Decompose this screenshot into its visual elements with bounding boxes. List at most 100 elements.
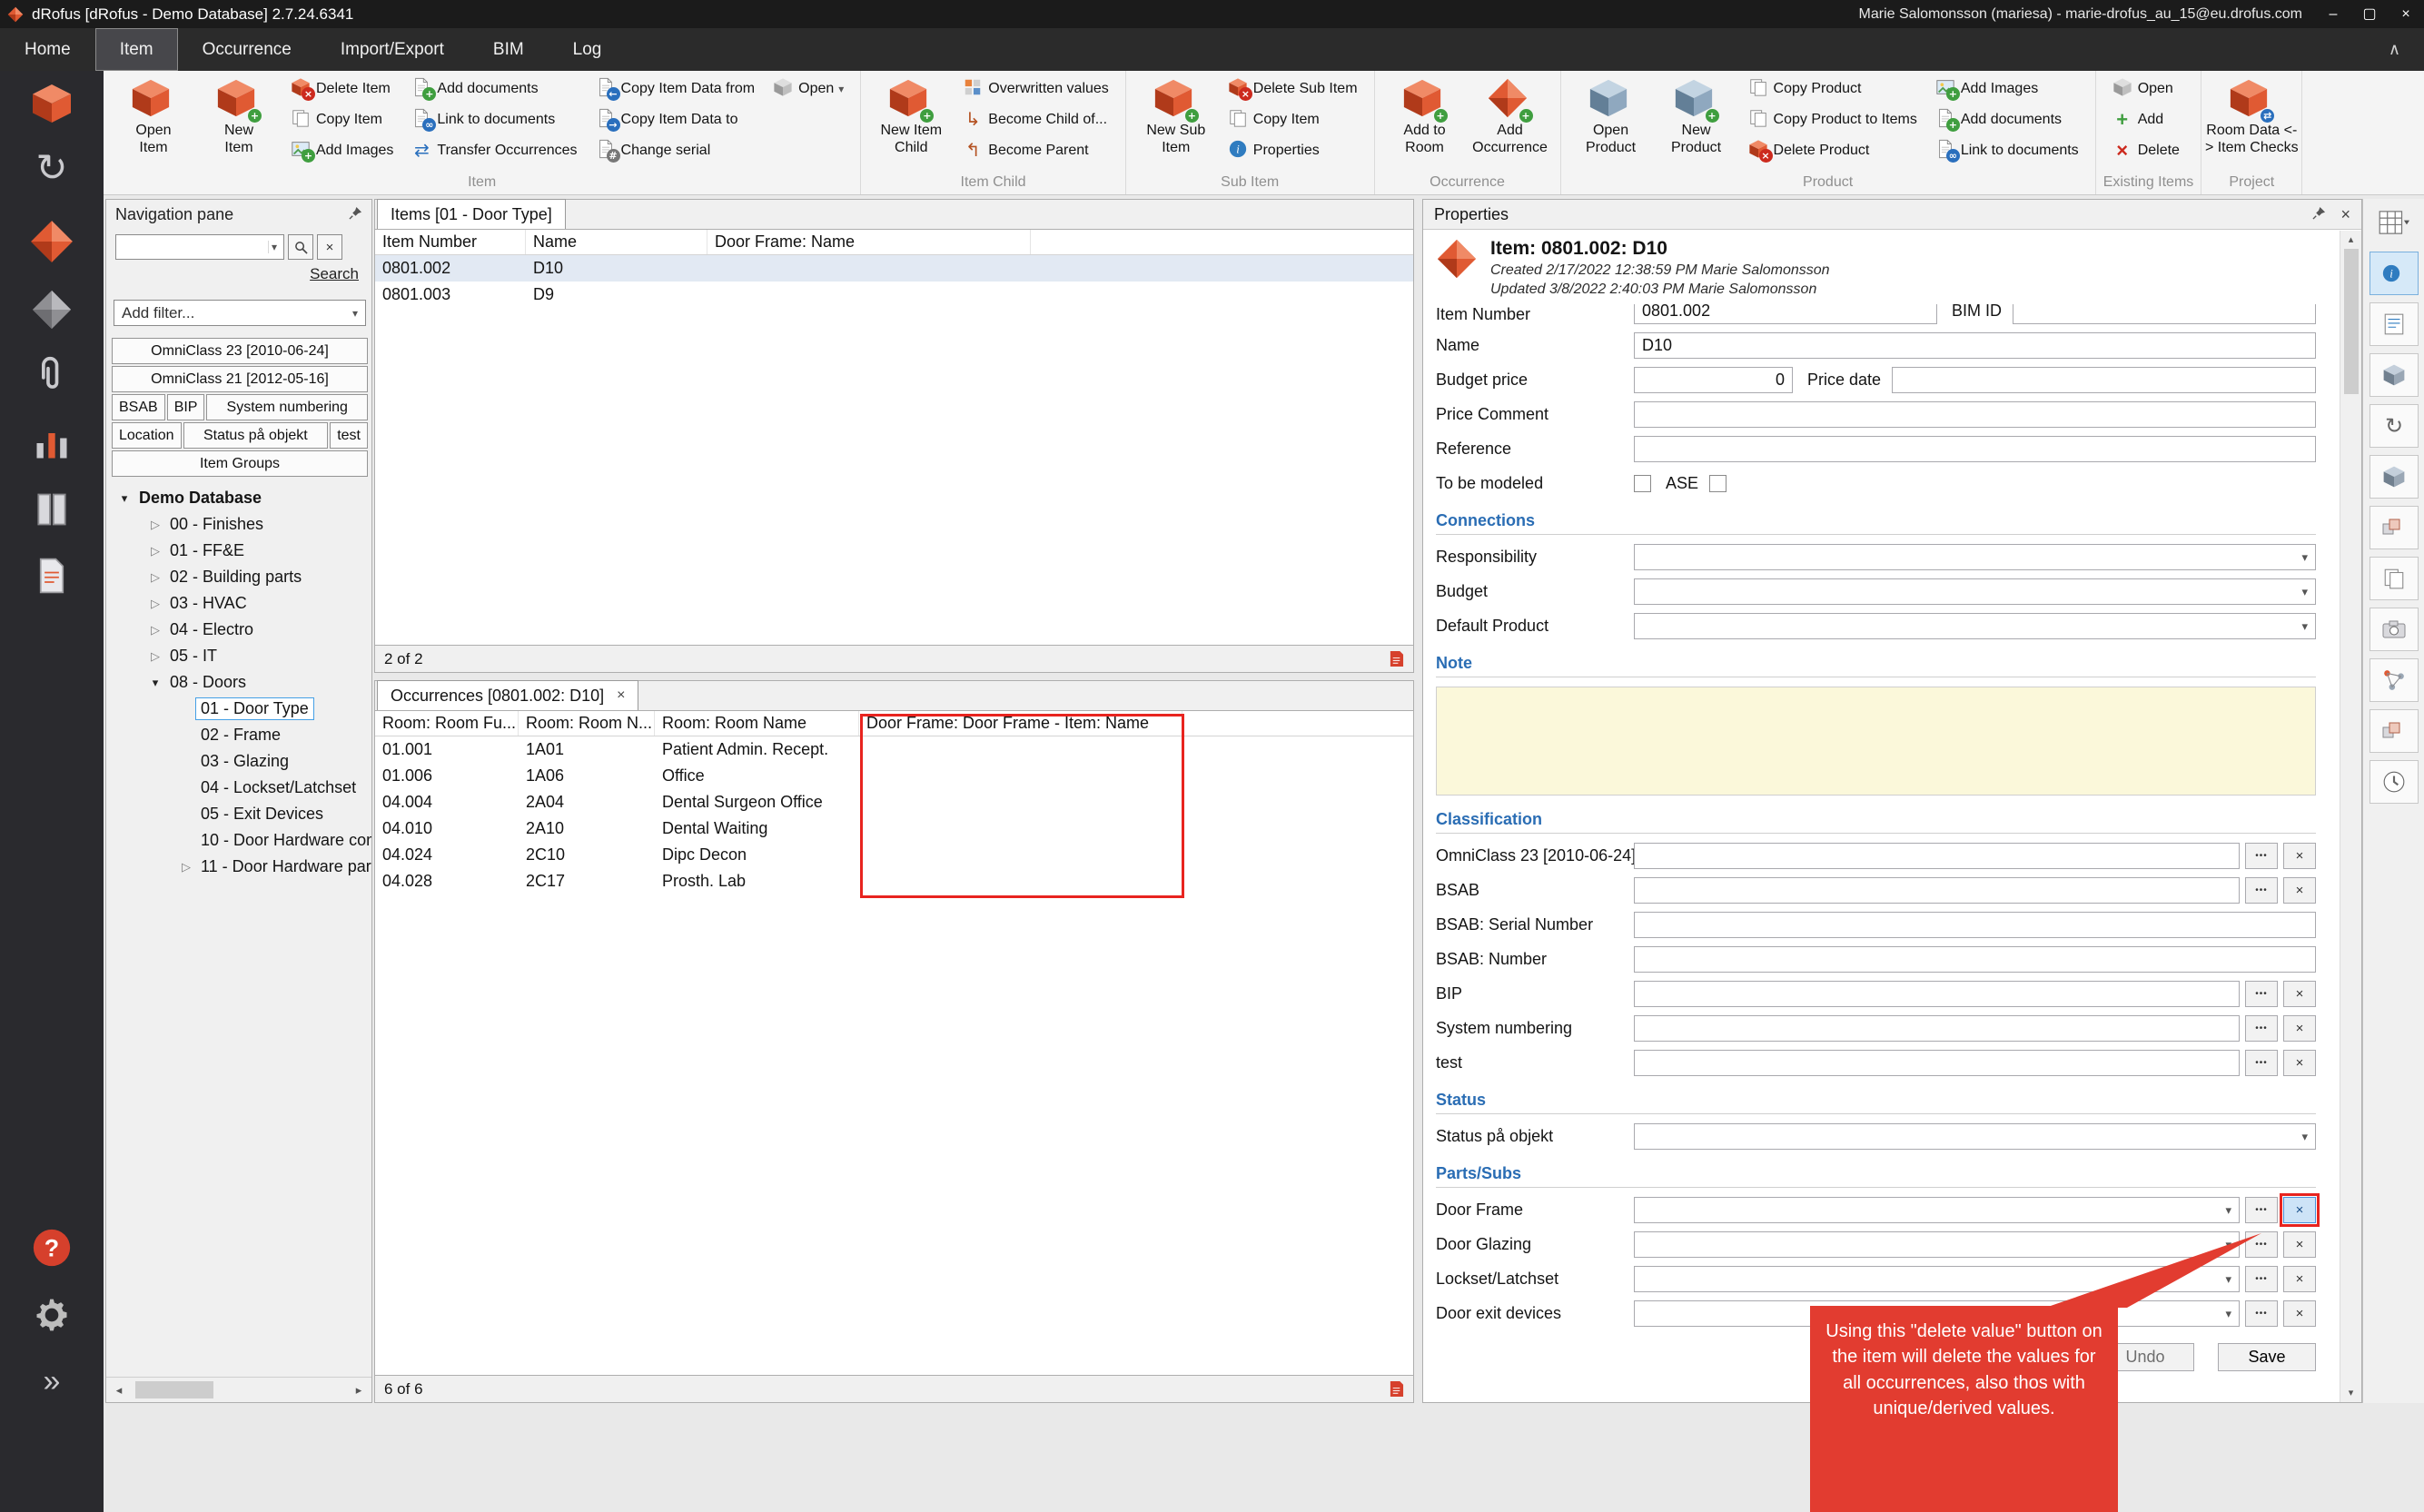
parts-tab-icon[interactable] xyxy=(2370,709,2419,753)
filter-location-button[interactable]: Location xyxy=(112,422,182,449)
filter-test-button[interactable]: test xyxy=(330,422,368,449)
text-input[interactable] xyxy=(1634,843,2240,869)
images-tab-icon[interactable] xyxy=(2370,608,2419,651)
delete-value-button[interactable]: × xyxy=(2283,1231,2316,1258)
tree-expander-icon[interactable]: ▷ xyxy=(146,597,164,611)
lookup-ellipsis-button[interactable]: ••• xyxy=(2245,1231,2278,1258)
close-panel-icon[interactable]: × xyxy=(2340,205,2350,224)
tree-node-05-exit-devices[interactable]: 05 - Exit Devices xyxy=(108,801,371,827)
filter-item-groups-button[interactable]: Item Groups xyxy=(112,450,368,477)
text-input[interactable] xyxy=(1634,946,2316,973)
menu-item[interactable]: Item xyxy=(95,28,178,71)
model-tab-icon[interactable] xyxy=(2370,455,2419,499)
documents-module-icon[interactable] xyxy=(0,552,104,599)
tree-node-10-door-hardware-combin[interactable]: 10 - Door Hardware combin xyxy=(108,827,371,854)
text-input[interactable] xyxy=(1634,1015,2240,1042)
text-input[interactable]: 0 xyxy=(1634,367,1793,393)
ribbon-become-parent-button[interactable]: ↰Become Parent xyxy=(958,135,1113,166)
delete-value-button[interactable]: × xyxy=(2283,1050,2316,1076)
text-input[interactable] xyxy=(1634,436,2316,462)
tree-expander-icon[interactable]: ▷ xyxy=(146,518,164,532)
attachments-module-icon[interactable] xyxy=(0,352,104,400)
clear-search-button[interactable]: × xyxy=(317,234,342,260)
text-input[interactable]: 0801.002 xyxy=(1634,304,1937,324)
ribbon-open-item-button[interactable]: OpenItem xyxy=(111,74,196,168)
ribbon-properties-button[interactable]: iProperties xyxy=(1223,135,1362,166)
filter-system-numbering-button[interactable]: System numbering xyxy=(206,394,368,420)
tree-expander-icon[interactable]: ▷ xyxy=(146,623,164,637)
dropdown-select[interactable]: ▾ xyxy=(1634,1266,2240,1292)
documents-tab-icon[interactable] xyxy=(2370,557,2419,600)
scroll-right-icon[interactable]: ▸ xyxy=(346,1378,371,1402)
add-filter-combobox[interactable]: Add filter...▾ xyxy=(114,300,366,326)
info-tab-icon[interactable]: i xyxy=(2370,252,2419,295)
lookup-ellipsis-button[interactable]: ••• xyxy=(2245,1266,2278,1292)
ribbon-delete-item-button[interactable]: ×Delete Item xyxy=(286,74,398,104)
menu-home[interactable]: Home xyxy=(0,28,95,71)
scroll-left-icon[interactable]: ◂ xyxy=(106,1378,132,1402)
sync-tab-icon[interactable]: ↻ xyxy=(2370,404,2419,448)
collapse-ribbon-icon[interactable]: ∧ xyxy=(2389,40,2400,59)
search-input[interactable]: ▾ xyxy=(115,234,284,260)
search-link[interactable]: Search xyxy=(310,265,359,283)
tree-node-05-it[interactable]: ▷05 - IT xyxy=(108,643,371,669)
dropdown-select[interactable]: ▾ xyxy=(1634,544,2316,570)
occurrences-tab[interactable]: Occurrences [0801.002: D10] × xyxy=(377,680,638,710)
delete-value-button[interactable]: × xyxy=(2283,981,2316,1007)
menu-import-export[interactable]: Import/Export xyxy=(316,28,469,71)
filter-bip-button[interactable]: BIP xyxy=(167,394,205,420)
ribbon-delete-button[interactable]: ×Delete xyxy=(2108,135,2184,166)
ribbon-room-data-item-checks-button[interactable]: ⇄Room Data <-> Item Checks xyxy=(2209,74,2294,168)
items-tab[interactable]: Items [01 - Door Type] xyxy=(377,199,566,229)
tree-node-01-door-type[interactable]: 01 - Door Type xyxy=(108,696,371,722)
tree-node-03-hvac[interactable]: ▷03 - HVAC xyxy=(108,590,371,617)
lookup-ellipsis-button[interactable]: ••• xyxy=(2245,877,2278,904)
search-button[interactable] xyxy=(288,234,313,260)
tree-expander-icon[interactable]: ▷ xyxy=(146,570,164,585)
ribbon-link-to-documents-button[interactable]: ∞Link to documents xyxy=(407,104,581,135)
items-module-icon[interactable] xyxy=(0,218,104,265)
ribbon-new-item-child-button[interactable]: +New ItemChild xyxy=(868,74,954,168)
ribbon-add-images-button[interactable]: +Add Images xyxy=(286,135,398,166)
maximize-button[interactable]: ▢ xyxy=(2351,0,2388,28)
tree-node-04-electro[interactable]: ▷04 - Electro xyxy=(108,617,371,643)
column-header-name[interactable]: Name xyxy=(526,230,707,254)
tree-expander-icon[interactable]: ▷ xyxy=(146,649,164,664)
text-input[interactable] xyxy=(1634,877,2240,904)
forms-tab-icon[interactable] xyxy=(2370,302,2419,346)
ribbon-become-child-of-button[interactable]: ↳Become Child of... xyxy=(958,104,1113,135)
column-header-room-room-name[interactable]: Room: Room Name xyxy=(655,711,859,736)
tree-node-02-frame[interactable]: 02 - Frame xyxy=(108,722,371,748)
delete-value-button[interactable]: × xyxy=(2283,877,2316,904)
item-data-tab-icon[interactable] xyxy=(2370,353,2419,397)
ribbon-open-product-button[interactable]: OpenProduct xyxy=(1568,74,1654,168)
settings-icon[interactable] xyxy=(0,1291,104,1339)
tree-node-11-door-hardware-parts[interactable]: ▷11 - Door Hardware parts xyxy=(108,854,371,880)
table-row[interactable]: 04.0102A10Dental Waiting xyxy=(375,815,1413,842)
tree-node-04-lockset-latchset[interactable]: 04 - Lockset/Latchset xyxy=(108,775,371,801)
ribbon-open-button[interactable]: Open▾ xyxy=(768,74,848,104)
table-row[interactable]: 04.0242C10Dipc Decon xyxy=(375,842,1413,868)
checkbox-to-be-modeled[interactable] xyxy=(1634,475,1651,492)
dropdown-select[interactable]: ▾ xyxy=(1634,613,2316,639)
filter-omniclass-21-2012-05-16-button[interactable]: OmniClass 21 [2012-05-16] xyxy=(112,366,368,392)
ribbon-new-product-button[interactable]: +NewProduct xyxy=(1654,74,1739,168)
text-input[interactable] xyxy=(1634,912,2316,938)
sync-module-icon[interactable]: ↻ xyxy=(0,143,104,191)
column-header-door-frame-name[interactable]: Door Frame: Name xyxy=(707,230,1031,254)
lookup-ellipsis-button[interactable]: ••• xyxy=(2245,843,2278,869)
close-tab-icon[interactable]: × xyxy=(617,687,625,704)
statistics-module-icon[interactable] xyxy=(0,420,104,467)
catalog-module-icon[interactable] xyxy=(0,486,104,533)
text-input[interactable] xyxy=(1634,981,2240,1007)
column-header-room-room-fu[interactable]: Room: Room Fu... xyxy=(375,711,519,736)
report-icon[interactable] xyxy=(1389,650,1404,667)
tree-node-demo-database[interactable]: ▾Demo Database xyxy=(108,485,371,511)
scrollbar-thumb[interactable] xyxy=(2344,249,2359,394)
table-row[interactable]: 0801.002D10 xyxy=(375,255,1413,282)
pin-icon[interactable] xyxy=(2312,205,2326,224)
save-button[interactable]: Save xyxy=(2218,1343,2316,1371)
table-row[interactable]: 01.0061A06Office xyxy=(375,763,1413,789)
ribbon-add-images-button[interactable]: +Add Images xyxy=(1931,74,2083,104)
history-tab-icon[interactable] xyxy=(2370,760,2419,804)
